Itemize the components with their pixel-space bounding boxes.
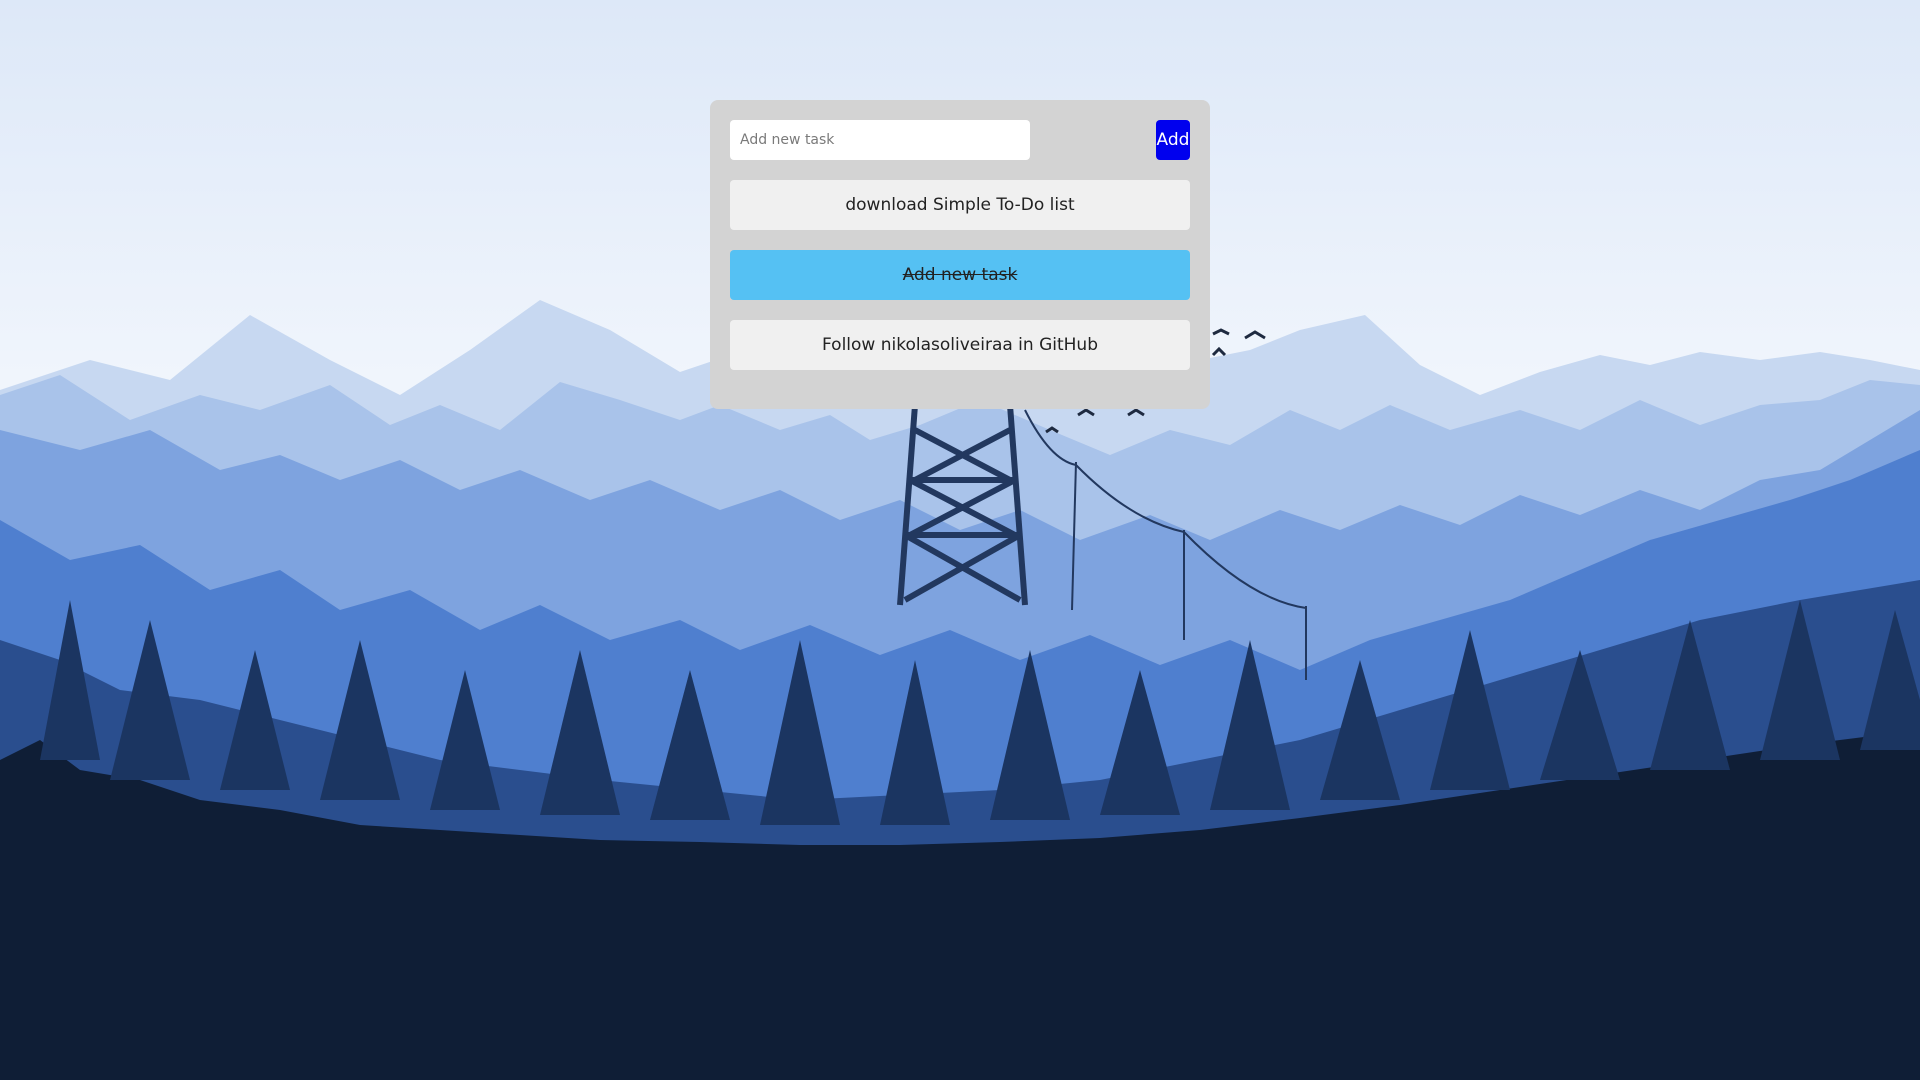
new-task-input[interactable] — [730, 120, 1030, 160]
task-item[interactable]: Follow nikolasoliveiraa in GitHub — [730, 320, 1190, 370]
add-button[interactable]: Add — [1156, 120, 1190, 160]
task-list: download Simple To-Do list Add new task … — [730, 180, 1190, 390]
task-item[interactable]: download Simple To-Do list — [730, 180, 1190, 230]
task-item-completed[interactable]: Add new task — [730, 250, 1190, 300]
todo-panel: Add download Simple To-Do list Add new t… — [710, 100, 1210, 409]
